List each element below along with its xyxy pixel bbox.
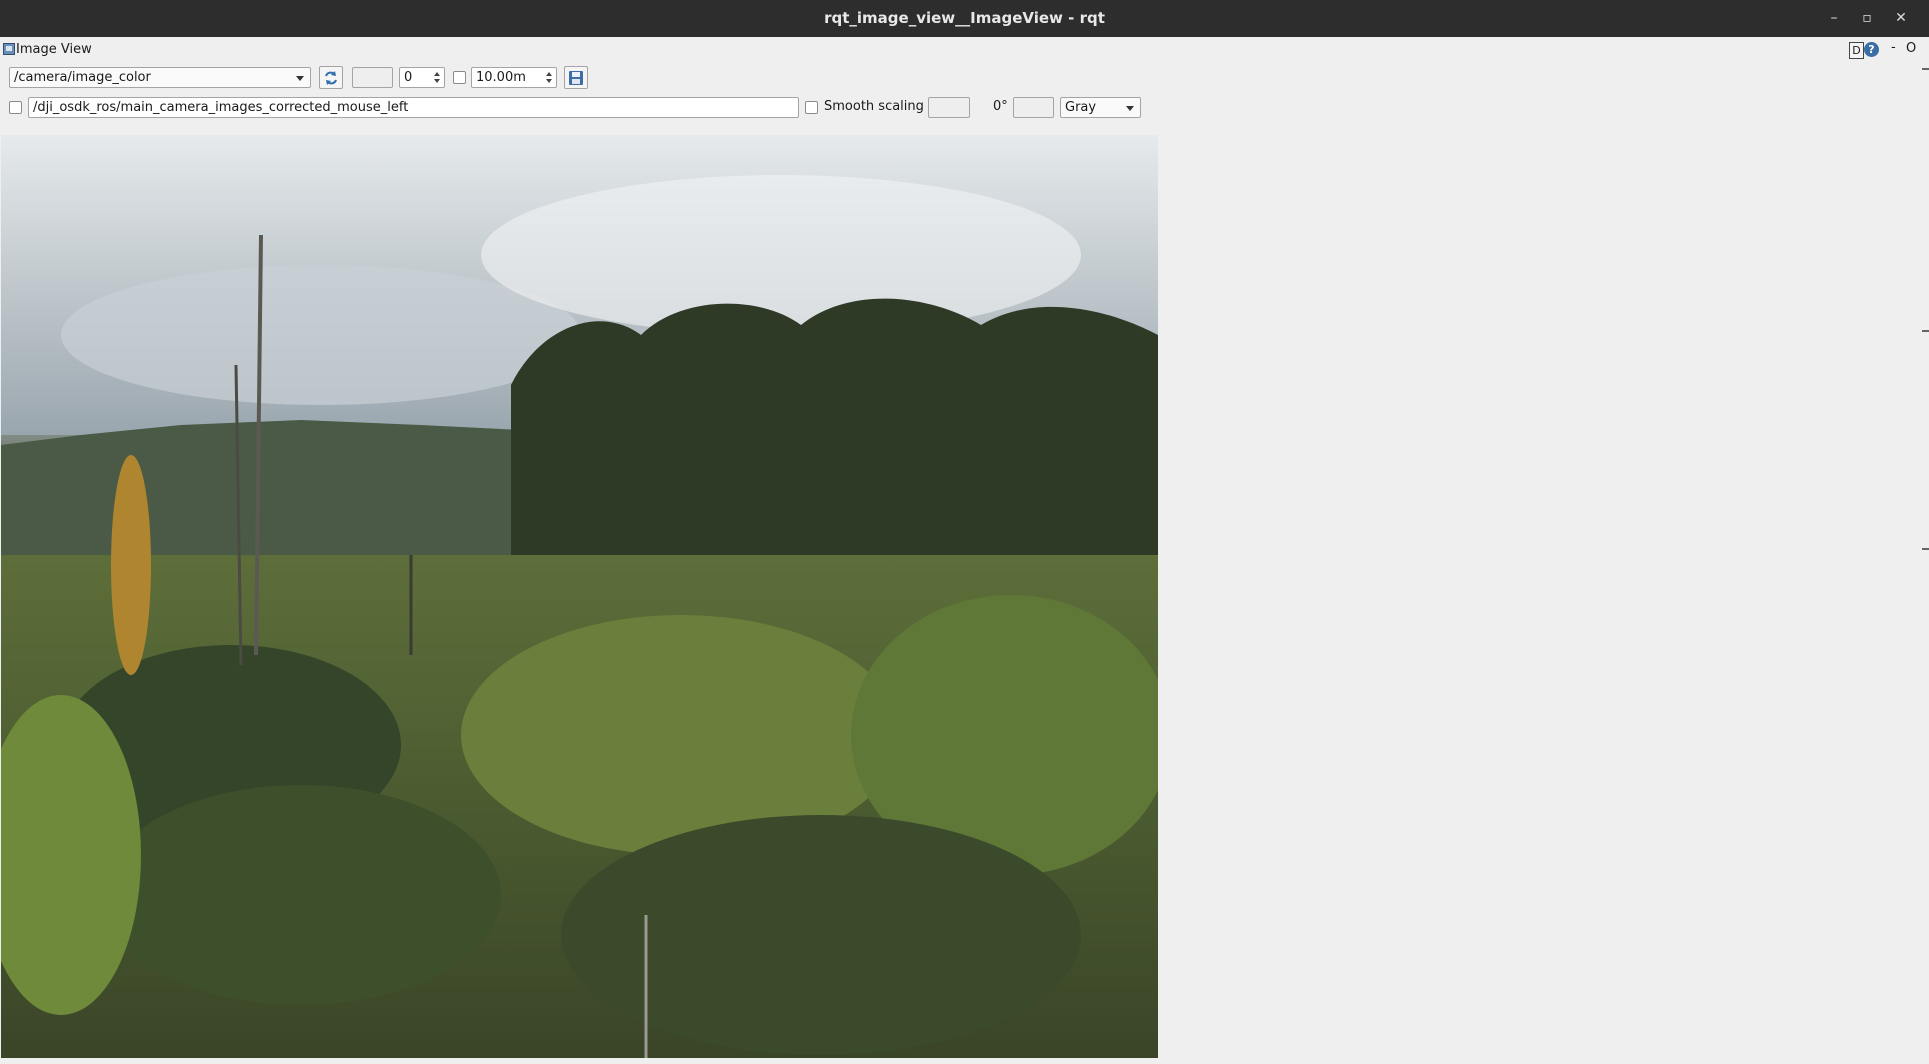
- edge-marker: [1922, 548, 1929, 550]
- dock-minimize-button[interactable]: -: [1891, 40, 1896, 55]
- colormap-select-value: Gray: [1065, 100, 1097, 115]
- window-title: rqt_image_view__ImageView - rqt: [824, 9, 1105, 27]
- blank-field[interactable]: [352, 67, 393, 88]
- window-titlebar: rqt_image_view__ImageView - rqt – ▫ ✕: [0, 0, 1929, 37]
- topic-select[interactable]: /camera/image_color: [9, 67, 311, 88]
- mouse-topic-input[interactable]: /dji_osdk_ros/main_camera_images_correct…: [28, 97, 799, 118]
- spin-down-icon[interactable]: [546, 79, 552, 83]
- spin-up-icon[interactable]: [434, 72, 440, 76]
- chevron-down-icon: [1126, 106, 1134, 111]
- chevron-down-icon: [296, 76, 304, 81]
- save-icon: [569, 71, 583, 85]
- rotate-right-button[interactable]: [1013, 97, 1054, 118]
- help-icon[interactable]: ?: [1864, 42, 1879, 57]
- refresh-icon: [325, 71, 337, 85]
- edge-marker: [1922, 68, 1929, 70]
- spin-down-icon[interactable]: [434, 79, 440, 83]
- time-spinbox[interactable]: 10.00m: [471, 67, 557, 88]
- dock-title: Image View: [16, 42, 92, 57]
- camera-image-view[interactable]: [1, 135, 1158, 1058]
- dock-close-button[interactable]: O: [1906, 41, 1916, 56]
- edge-marker: [1922, 330, 1929, 332]
- spin-up-icon[interactable]: [546, 72, 552, 76]
- camera-feed-image: [1, 135, 1158, 1058]
- value-spinbox-value: 0: [404, 70, 413, 85]
- maximize-window-button[interactable]: ▫: [1852, 0, 1882, 37]
- topic-select-value: /camera/image_color: [14, 70, 151, 85]
- dock-header: Image View D ? - O: [0, 37, 1929, 63]
- close-window-button[interactable]: ✕: [1886, 0, 1916, 37]
- mouse-topic-checkbox[interactable]: [9, 101, 22, 114]
- value-spinbox[interactable]: 0: [399, 67, 445, 88]
- time-enable-checkbox[interactable]: [453, 71, 466, 84]
- refresh-topics-button[interactable]: [319, 66, 343, 89]
- smooth-scaling-checkbox[interactable]: [805, 101, 818, 114]
- colormap-select[interactable]: Gray: [1060, 97, 1141, 118]
- image-view-icon: [3, 43, 15, 55]
- smooth-scaling-label: Smooth scaling: [824, 99, 924, 114]
- dock-d-button[interactable]: D: [1849, 42, 1864, 59]
- save-image-button[interactable]: [564, 66, 588, 89]
- minimize-window-button[interactable]: –: [1819, 0, 1849, 37]
- rotate-left-button[interactable]: [928, 97, 970, 118]
- rotation-label: 0°: [993, 99, 1008, 114]
- time-spinbox-value: 10.00m: [476, 70, 526, 85]
